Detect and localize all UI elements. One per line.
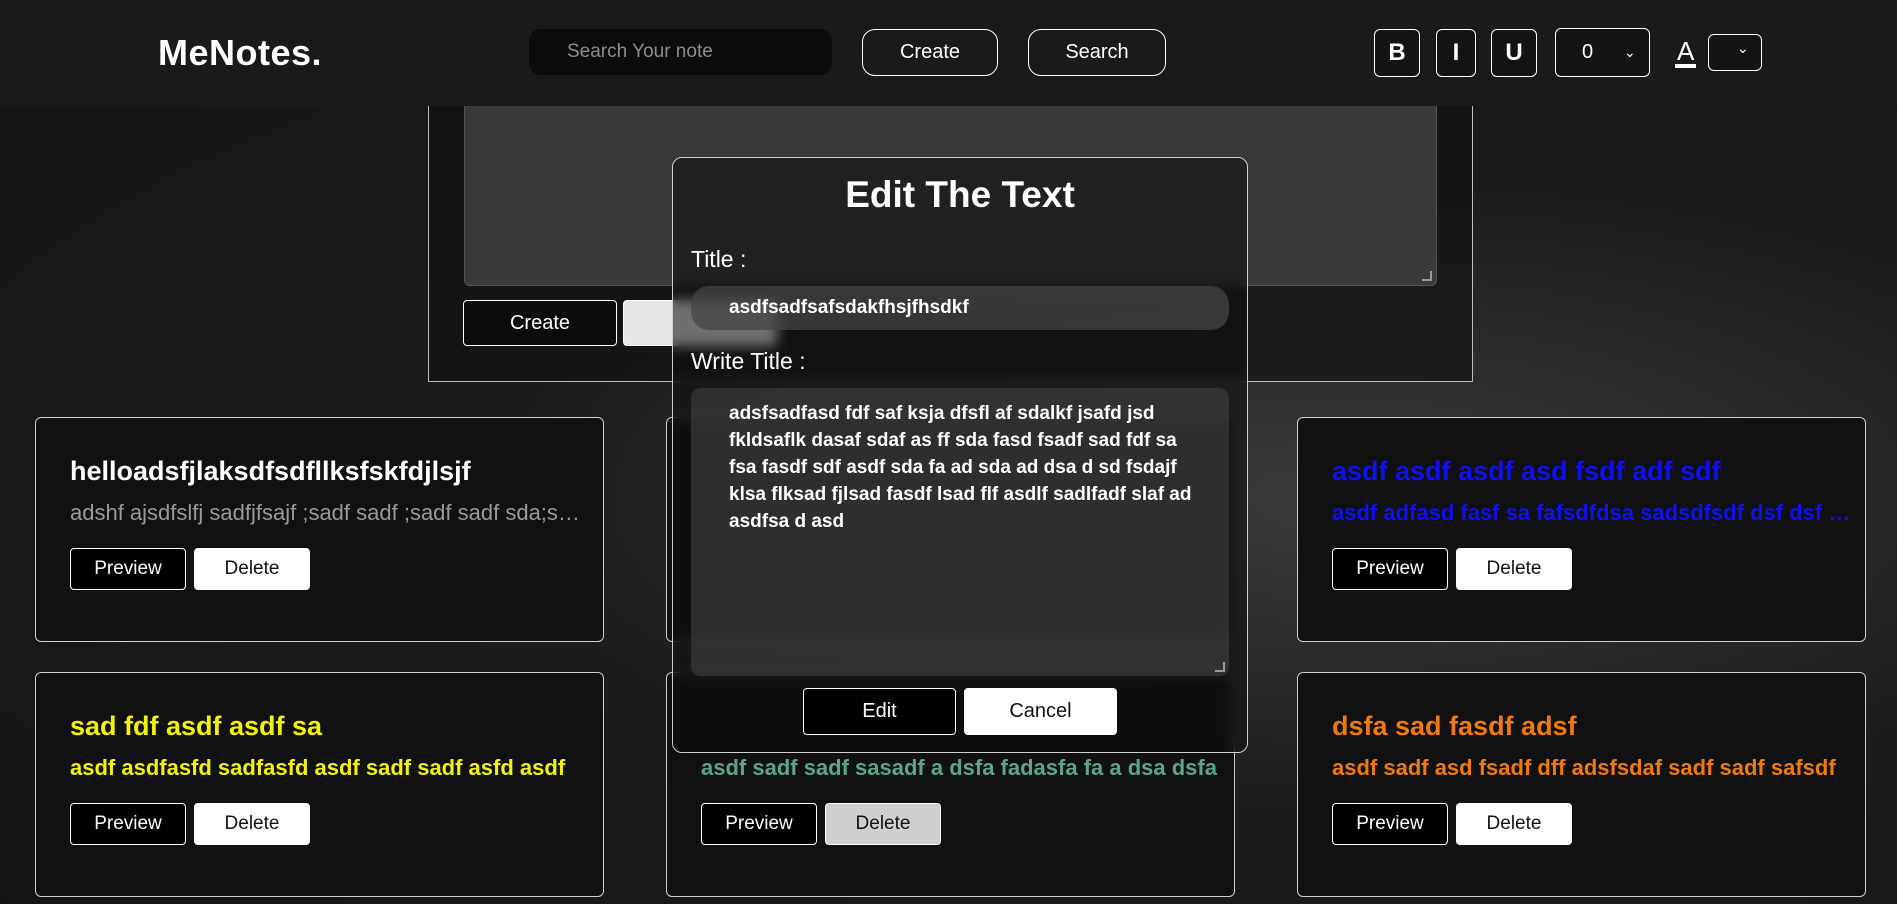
search-input[interactable] <box>529 29 832 75</box>
delete-button[interactable]: Delete <box>194 803 310 845</box>
nav-search-button[interactable]: Search <box>1028 29 1166 76</box>
note-body: asdf adfasd fasf sa fafsdfdsa sadsdfsdf … <box>1332 500 1851 525</box>
note-body: asdf sadf asd fsadf dff adsfsdaf sadf sa… <box>1332 755 1836 780</box>
delete-button[interactable]: Delete <box>1456 803 1572 845</box>
font-size-select[interactable]: 0 ⌄ <box>1555 28 1650 77</box>
note-body: asdf sadf sadf sasadf a dsfa fadasfa fa … <box>701 755 1217 780</box>
note-card: helloadsfjlaksdfsdfllksfskfdjlsjf adshf … <box>35 417 604 642</box>
preview-button[interactable]: Preview <box>70 803 186 845</box>
delete-button[interactable]: Delete <box>825 803 941 845</box>
title-field-label: Title : <box>691 246 747 272</box>
font-color-icon: A <box>1675 36 1697 68</box>
note-card: dsfa sad fasdf adsf asdf sadf asd fsadf … <box>1297 672 1866 897</box>
note-title: helloadsfjlaksdfsdfllksfskfdjlsjf <box>70 456 471 486</box>
nav-create-button[interactable]: Create <box>862 29 998 76</box>
note-body: asdf asdfasfd sadfasfd asdf sadf sadf as… <box>70 755 566 780</box>
edit-note-modal: Edit The Text Title : asdfsadfsafsdakfhs… <box>672 157 1248 753</box>
font-size-value: 0 <box>1582 41 1594 63</box>
resize-grip-icon[interactable] <box>1215 662 1225 672</box>
resize-grip-icon[interactable] <box>1422 271 1432 281</box>
note-body: adshf ajsdfslfj sadfjfsajf ;sadf sadf ;s… <box>70 500 589 525</box>
note-title: dsfa sad fasdf adsf <box>1332 711 1577 741</box>
chevron-down-icon: ⌄ <box>1624 44 1636 60</box>
underline-button[interactable]: U <box>1491 29 1537 77</box>
title-input[interactable]: asdfsadfsafsdakfhsjfhsdkf <box>691 286 1229 330</box>
preview-button[interactable]: Preview <box>1332 548 1448 590</box>
modal-heading: Edit The Text <box>845 174 1075 215</box>
font-color-select[interactable]: ⌄ <box>1708 34 1762 71</box>
top-navbar: MeNotes. Create Search B I U 0 ⌄ A ⌄ <box>0 0 1897 106</box>
note-card: asdf asdf asdf asd fsdf adf sdf asdf adf… <box>1297 417 1866 642</box>
cancel-button[interactable]: Cancel <box>964 688 1117 735</box>
note-card: sad fdf asdf asdf sa asdf asdfasfd sadfa… <box>35 672 604 897</box>
edit-button[interactable]: Edit <box>803 688 956 735</box>
bold-button[interactable]: B <box>1374 29 1420 77</box>
preview-button[interactable]: Preview <box>1332 803 1448 845</box>
delete-button[interactable]: Delete <box>194 548 310 590</box>
body-textarea[interactable]: adsfsadfasd fdf saf ksja dfsfl af sdalkf… <box>691 388 1229 676</box>
panel-create-button[interactable]: Create <box>463 300 617 346</box>
preview-button[interactable]: Preview <box>701 803 817 845</box>
delete-button[interactable]: Delete <box>1456 548 1572 590</box>
preview-button[interactable]: Preview <box>70 548 186 590</box>
app-logo: MeNotes. <box>158 32 323 73</box>
chevron-down-icon: ⌄ <box>1737 40 1749 56</box>
body-text: adsfsadfasd fdf saf ksja dfsfl af sdalkf… <box>729 403 1192 532</box>
note-title: asdf asdf asdf asd fsdf adf sdf <box>1332 456 1721 486</box>
body-field-label: Write Title : <box>691 348 806 374</box>
italic-button[interactable]: I <box>1436 29 1476 77</box>
note-title: sad fdf asdf asdf sa <box>70 711 323 741</box>
